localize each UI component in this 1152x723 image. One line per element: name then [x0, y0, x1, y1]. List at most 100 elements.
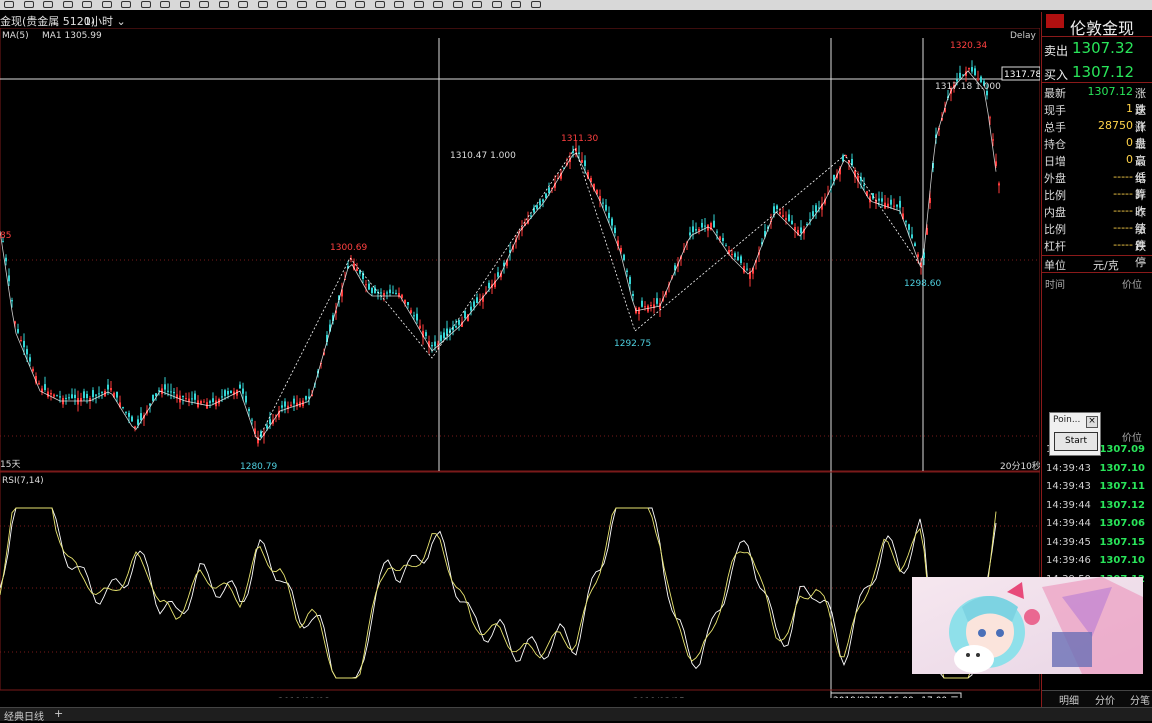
layout-tab[interactable]: 经典日线 [4, 708, 44, 723]
tick-price: 1307.10 [1099, 462, 1145, 474]
divider [1042, 36, 1152, 37]
candle-body [230, 390, 232, 393]
candle-body [977, 78, 979, 80]
toolbar [0, 0, 1152, 10]
candle-body [809, 219, 811, 221]
toolbar-icon[interactable] [452, 1, 463, 8]
price-pane-border [0, 28, 1040, 472]
toolbar-icon[interactable] [355, 1, 365, 8]
quote-row-label: 总手 [1044, 121, 1066, 134]
candle-body [185, 398, 187, 399]
candle-body [473, 301, 475, 307]
left-price-label: 85 [0, 231, 11, 241]
candle-body [389, 289, 391, 293]
candle-body [86, 394, 88, 398]
price-header: 价位 [1122, 280, 1142, 291]
toolbar-icon[interactable] [374, 1, 385, 8]
candle-body [29, 357, 31, 362]
toolbar-icon[interactable] [4, 1, 14, 8]
close-icon[interactable]: × [1086, 416, 1098, 428]
candle-body [122, 407, 124, 409]
x-axis-label: 2019/03/08 [278, 697, 330, 698]
toolbar-icon[interactable] [179, 1, 190, 8]
candle-body [44, 384, 46, 390]
tab-detail[interactable]: 明细 [1059, 692, 1079, 707]
toolbar-icon[interactable] [530, 1, 541, 8]
candle-body [173, 392, 175, 394]
toolbar-icon[interactable] [62, 1, 73, 8]
tab-price-level[interactable]: 分价 [1095, 692, 1115, 707]
candle-body [989, 117, 991, 119]
candle-body [365, 284, 367, 286]
tick-time: 14:39:44 [1046, 499, 1091, 511]
candle-body [68, 397, 70, 399]
start-button[interactable]: Start [1054, 432, 1098, 451]
toolbar-icon[interactable] [160, 1, 170, 8]
delay-label: Delay [1010, 31, 1036, 41]
toolbar-icon[interactable] [23, 1, 34, 8]
tick-time: 14:39:45 [1046, 536, 1091, 548]
toolbar-icon[interactable] [101, 1, 112, 8]
period-label: 15天 [0, 460, 20, 470]
candle-body [239, 384, 241, 389]
toolbar-icon[interactable] [218, 1, 229, 8]
candle-body [50, 393, 52, 395]
candle-body [713, 220, 715, 228]
candle-body [401, 294, 403, 298]
toolbar-icon[interactable] [140, 1, 151, 8]
candle-body [38, 383, 40, 385]
toolbar-icon[interactable] [238, 1, 248, 8]
toolbar-icon[interactable] [394, 1, 404, 8]
quote-row-label: 比例 [1044, 189, 1066, 202]
candle-body [65, 397, 67, 399]
candle-body [548, 187, 550, 193]
candle-body [137, 419, 139, 425]
timeframe-dropdown[interactable]: 1小时 ⌄ [84, 13, 126, 29]
anime-character-overlay [912, 577, 1143, 674]
toolbar-icon[interactable] [277, 1, 287, 8]
candle-body [245, 395, 247, 403]
candle-body [392, 292, 394, 294]
candle-body [605, 204, 607, 211]
candle-body [164, 384, 166, 390]
tick-price: 1307.11 [1099, 481, 1145, 492]
toolbar-icon[interactable] [257, 1, 268, 8]
quote-row: 持仓 0 最高 [1042, 136, 1152, 167]
candle-body [248, 408, 250, 412]
toolbar-icon[interactable] [472, 1, 482, 8]
candle-body [740, 256, 742, 263]
add-tab-button[interactable]: + [54, 707, 63, 720]
tick-time: 14:39:46 [1046, 555, 1091, 566]
candle-body [881, 198, 883, 202]
candle-body [788, 214, 790, 221]
high-price-label: 1320.34 [950, 41, 987, 51]
x-axis-label: 2019/03/15 [633, 697, 685, 698]
candle-body [791, 220, 793, 224]
toolbar-icon[interactable] [511, 1, 521, 8]
tab-tick[interactable]: 分笔 [1130, 692, 1150, 707]
candle-body [131, 416, 133, 422]
swing-low-label: 1292.75 [614, 339, 651, 349]
candle-body [746, 268, 748, 270]
candle-body [641, 300, 643, 307]
toolbar-icon[interactable] [296, 1, 307, 8]
toolbar-icon[interactable] [433, 1, 443, 8]
quote-row-label: 内盘 [1044, 206, 1066, 219]
toolbar-icon[interactable] [199, 1, 209, 8]
toolbar-icon[interactable] [413, 1, 424, 8]
toolbar-icon[interactable] [121, 1, 131, 8]
time-header: 时间 [1045, 280, 1065, 291]
toolbar-icon[interactable] [82, 1, 92, 8]
quote-row-value: ----- [1113, 204, 1133, 217]
candle-body [899, 200, 901, 208]
toolbar-icon[interactable] [491, 1, 502, 8]
candle-body [266, 425, 268, 429]
price-chart[interactable]: 1320.34 85 1300.69 1311.30 1292.75 1298.60 128… [0, 28, 1040, 698]
toolbar-icon[interactable] [316, 1, 326, 8]
toolbar-icon[interactable] [335, 1, 346, 8]
candle-body [5, 257, 7, 262]
point-popup: Poin... × Start [1049, 412, 1101, 456]
candle-body [911, 234, 913, 238]
candle-body [725, 245, 727, 247]
toolbar-icon[interactable] [43, 1, 53, 8]
